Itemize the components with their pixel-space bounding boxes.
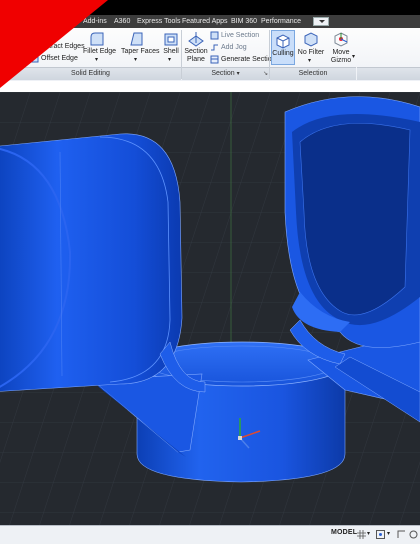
tab-express-tools[interactable]: Express Tools — [137, 16, 180, 27]
taper-faces-icon — [130, 32, 143, 46]
3d-model-canvas — [0, 92, 420, 525]
panel-label-empty — [357, 67, 420, 80]
status-bar: MODEL ▾ ▾ — [0, 525, 420, 544]
culling-label: Culling — [272, 50, 294, 57]
ribbon-options-dropdown[interactable] — [313, 17, 329, 26]
drawing-viewport[interactable] — [0, 92, 420, 525]
section-plane-icon — [188, 32, 204, 47]
generate-section-icon — [210, 55, 219, 64]
add-jog-icon — [211, 44, 218, 51]
add-jog-button[interactable]: Add Jog — [221, 44, 247, 52]
chevron-down-icon: ▾ — [236, 71, 240, 77]
live-section-button[interactable]: Live Section — [221, 32, 259, 40]
culling-icon — [276, 34, 290, 49]
red-corner-overlay — [0, 0, 108, 88]
chevron-down-icon — [319, 20, 325, 23]
shell-icon — [164, 33, 178, 46]
snap-dropdown-icon[interactable]: ▾ — [387, 530, 390, 538]
panel-label-selection[interactable]: Selection — [270, 67, 356, 80]
generate-section-button[interactable]: Generate Section — [221, 56, 275, 64]
no-filter-dropdown-icon[interactable]: ▾ — [308, 57, 311, 65]
polar-tracking-icon[interactable] — [409, 530, 418, 539]
taper-faces-button[interactable]: Taper Faces — [121, 48, 160, 56]
tab-a360[interactable]: A360 — [114, 16, 130, 27]
no-filter-button[interactable]: No Filter — [296, 49, 326, 57]
dialog-launcher-icon[interactable]: ↘ — [263, 70, 268, 77]
shell-button[interactable]: Shell — [160, 48, 182, 56]
move-gizmo-icon — [334, 32, 348, 47]
taper-faces-dropdown-icon[interactable]: ▾ — [134, 56, 137, 64]
tab-bim-360[interactable]: BIM 360 — [231, 16, 257, 27]
no-filter-icon — [304, 32, 318, 47]
section-plane-button-line2[interactable]: Plane — [183, 56, 209, 64]
move-gizmo-dropdown-icon[interactable]: ▾ — [352, 53, 355, 61]
tab-performance[interactable]: Performance — [261, 16, 301, 27]
grid-dropdown-icon[interactable]: ▾ — [367, 530, 370, 538]
move-gizmo-button-line1[interactable]: Move — [328, 49, 354, 57]
move-gizmo-button-line2[interactable]: Gizmo — [328, 57, 354, 65]
panel-label-section[interactable]: Section ▾ — [182, 67, 269, 80]
model-space-toggle[interactable]: MODEL — [331, 529, 357, 536]
live-section-icon — [210, 31, 219, 40]
culling-button[interactable]: Culling — [271, 30, 295, 65]
ortho-mode-icon[interactable] — [397, 530, 406, 539]
tab-featured-apps[interactable]: Featured Apps — [182, 16, 228, 27]
grid-display-icon[interactable] — [357, 530, 366, 539]
section-plane-button-line1[interactable]: Section — [183, 48, 209, 56]
shell-dropdown-icon[interactable]: ▾ — [168, 56, 171, 64]
snap-mode-icon[interactable] — [376, 530, 385, 539]
